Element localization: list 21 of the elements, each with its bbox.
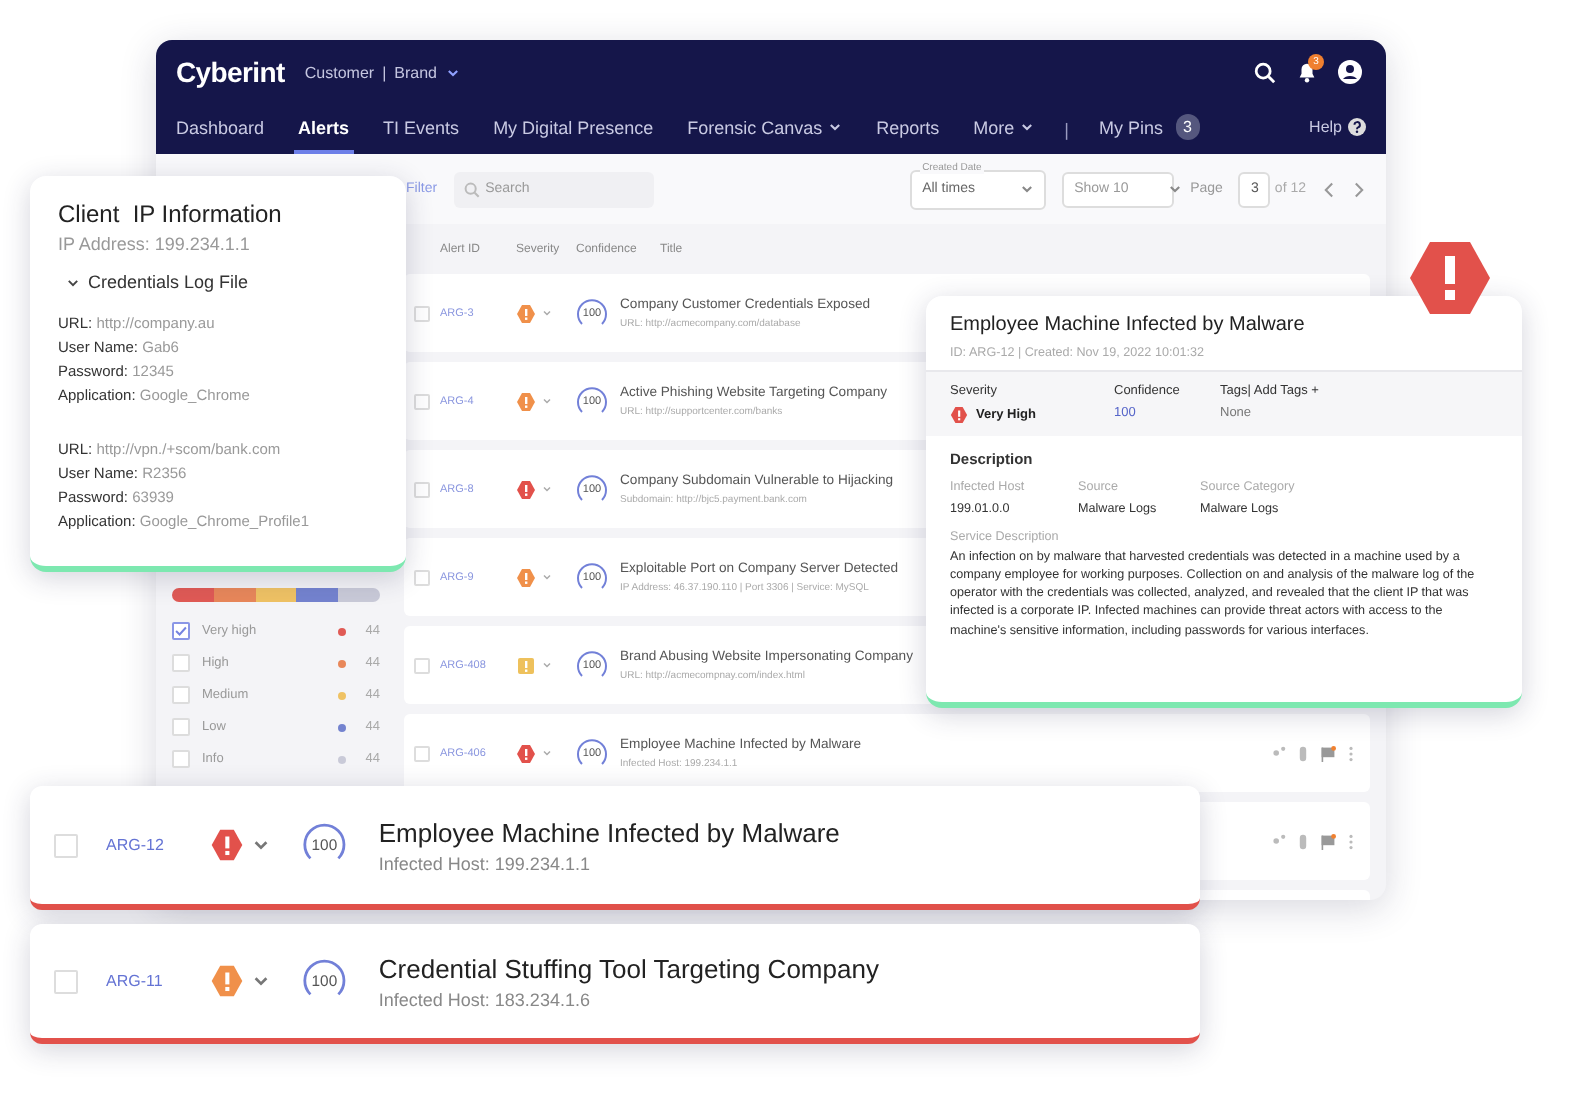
nav-tab[interactable]: Dashboard xyxy=(172,104,269,154)
nav-tab[interactable]: TI Events xyxy=(379,104,464,154)
nav-tab[interactable]: Forensic Canvas xyxy=(683,104,847,154)
nav-tab[interactable]: My Digital Presence xyxy=(489,104,658,154)
section-toggle[interactable]: Credentials Log File xyxy=(66,272,378,292)
logo: Cyberint xyxy=(176,56,285,88)
alert-id-link[interactable]: ARG-12 xyxy=(106,836,210,854)
account-selector[interactable]: Customer | Brand xyxy=(304,63,460,81)
alert-id-link[interactable]: ARG-11 xyxy=(106,972,210,990)
nav-separator: | xyxy=(1064,119,1069,139)
help-link[interactable]: Help xyxy=(1305,104,1370,154)
ip-address: IP Address: 199.234.1.1 xyxy=(58,234,252,254)
card-title: Employee Machine Infected by Malware xyxy=(950,314,1307,336)
alert-detail: Infected Host: 199.234.1.1 xyxy=(378,853,590,873)
card-title: Client IP Information xyxy=(58,200,284,228)
nav-tab[interactable]: More xyxy=(969,104,1039,154)
my-pins-tab[interactable]: My Pins 3 xyxy=(1095,104,1204,154)
alert-detail: Infected Host: 183.234.1.6 xyxy=(378,989,590,1009)
nav-tab[interactable]: Reports xyxy=(872,104,944,154)
alert-title: Credential Stuffing Tool Targeting Company xyxy=(378,953,879,983)
alert-title: Employee Machine Infected by Malware xyxy=(378,817,840,847)
